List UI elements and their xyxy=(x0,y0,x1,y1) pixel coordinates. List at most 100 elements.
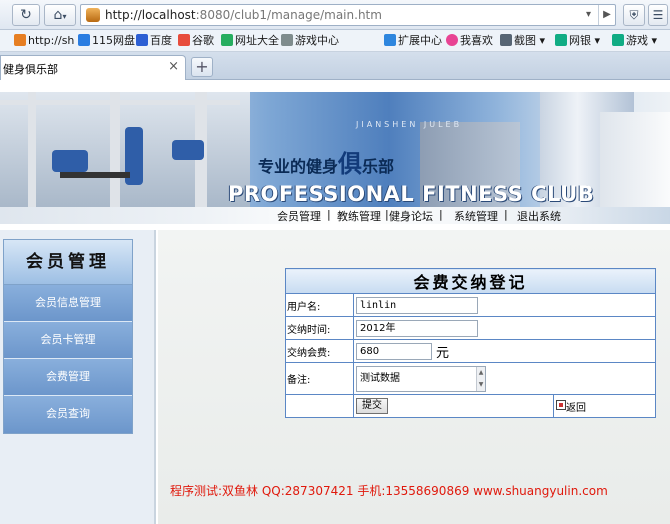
controller-icon xyxy=(612,34,624,46)
note-label: 备注: xyxy=(285,362,354,395)
bookmark-3[interactable]: 谷歌 xyxy=(178,33,214,49)
nav-fitness-forum[interactable]: 健身论坛 xyxy=(389,208,433,224)
nav-system-management[interactable]: 系统管理 xyxy=(454,208,498,224)
weibo-icon xyxy=(14,34,26,46)
sidebar-item-member-card[interactable]: 会员卡管理 xyxy=(4,322,132,359)
refresh-button[interactable]: ↻ xyxy=(12,4,40,26)
slogan-part: 俱 xyxy=(338,149,363,178)
gamepad-icon xyxy=(281,34,293,46)
bookmark-label: 游戏中心 xyxy=(295,34,339,47)
fee-amount-input[interactable]: 680 xyxy=(356,342,432,360)
sidebar-title: 会员管理 xyxy=(4,240,132,285)
username-input[interactable]: linlin xyxy=(356,296,478,314)
tab-active[interactable]: 健身俱乐部 × xyxy=(0,55,186,80)
textarea-scrollbar[interactable]: ▲ ▼ xyxy=(476,366,485,391)
close-icon[interactable]: × xyxy=(168,59,179,74)
sidebar: 会员管理 会员信息管理 会员卡管理 会费管理 会员查询 xyxy=(0,230,156,524)
bookmark-0[interactable]: http://sh xyxy=(14,33,74,49)
refresh-icon: ↻ xyxy=(20,7,32,23)
url-history-dropdown-icon[interactable]: ▾ xyxy=(580,5,597,25)
bookmark-label: 网银 xyxy=(569,34,591,47)
bookmark-label: 截图 xyxy=(514,34,536,47)
bookmark-4[interactable]: 网址大全 xyxy=(221,33,279,49)
chevron-down-icon: ▾ xyxy=(62,12,67,21)
nav-logout[interactable]: 退出系统 xyxy=(517,208,561,224)
site-icon xyxy=(86,8,100,22)
bookmark-favorites[interactable]: 我喜欢 xyxy=(446,33,493,49)
browser-toolbar: ↻ ⌂▾ http://localhost:8080/club1/manage/… xyxy=(0,0,670,30)
note-text: 测试数据 xyxy=(360,372,400,384)
bookmark-label: http://sh xyxy=(28,34,75,47)
pay-time-input[interactable]: 2012年 xyxy=(356,319,478,337)
puzzle-icon xyxy=(384,34,396,46)
bookmark-screenshot[interactable]: 截图 ▾ xyxy=(500,33,545,49)
form-title: 会费交纳登记 xyxy=(285,268,656,294)
slogan-part: 乐部 xyxy=(362,157,395,176)
bookmark-bank[interactable]: 网银 ▾ xyxy=(555,33,600,49)
bookmark-2[interactable]: 百度 xyxy=(136,33,172,49)
url-path: :8080/club1/manage/main.htm xyxy=(195,8,382,22)
scissors-icon xyxy=(500,34,512,46)
google-icon xyxy=(178,34,190,46)
address-bar[interactable]: http://localhost:8080/club1/manage/main.… xyxy=(80,4,616,26)
cloud-icon xyxy=(78,34,90,46)
shield-icon: ⛨ xyxy=(629,8,639,22)
gym-photo xyxy=(0,92,250,207)
nav-coach-management[interactable]: 教练管理 xyxy=(337,208,381,224)
url-host: http://localhost xyxy=(105,8,196,22)
username-label: 用户名: xyxy=(285,293,354,317)
banner-subtext: JIANSHEN JULEB xyxy=(356,120,463,129)
fee-amount-label: 交纳会费: xyxy=(285,339,354,363)
banner-slogan: 专业的健身俱乐部 xyxy=(258,144,394,179)
nav-separator: | xyxy=(504,208,508,221)
back-link[interactable]: 返回 xyxy=(553,394,656,418)
bookmark-label: 扩展中心 xyxy=(398,34,442,47)
tab-title: 健身俱乐部 xyxy=(3,63,58,76)
sidebar-item-fee-management[interactable]: 会费管理 xyxy=(4,359,132,396)
bookmark-extensions[interactable]: 扩展中心 xyxy=(384,33,442,49)
note-textarea[interactable]: 测试数据 ▲ ▼ xyxy=(356,365,486,392)
slogan-part: 专业的健身 xyxy=(258,157,339,176)
pay-time-label: 交纳时间: xyxy=(285,316,354,340)
bookmark-label: 网址大全 xyxy=(235,34,279,47)
menu-button[interactable]: ☰ xyxy=(648,4,668,26)
banner-english-title: PROFESSIONAL FITNESS CLUB xyxy=(228,182,595,206)
action-spacer xyxy=(285,394,354,418)
header-banner: 专业的健身俱乐部 JIANSHEN JULEB PROFESSIONAL FIT… xyxy=(0,92,670,224)
sidebar-item-member-info[interactable]: 会员信息管理 xyxy=(4,285,132,322)
top-nav-bar xyxy=(0,207,670,224)
bookmark-label: 百度 xyxy=(150,34,172,47)
bookmarks-bar: http://sh 115网盘 百度 谷歌 网址大全 游戏中心 扩展中心 我喜欢… xyxy=(0,30,670,52)
back-icon xyxy=(556,400,566,410)
sidebar-item-member-query[interactable]: 会员查询 xyxy=(4,396,132,433)
page-content: 专业的健身俱乐部 JIANSHEN JULEB PROFESSIONAL FIT… xyxy=(0,80,670,524)
new-tab-button[interactable]: + xyxy=(191,57,213,77)
bookmark-label: 谷歌 xyxy=(192,34,214,47)
sidebar-menu: 会员管理 会员信息管理 会员卡管理 会费管理 会员查询 xyxy=(3,239,133,434)
nav-separator: | xyxy=(327,208,331,221)
currency-unit: 元 xyxy=(436,345,450,361)
main-content: 会费交纳登记 用户名: linlin 交纳时间: 2012年 交纳会费: 680… xyxy=(158,230,670,524)
baidu-paw-icon xyxy=(136,34,148,46)
url-text[interactable]: http://localhost:8080/club1/manage/main.… xyxy=(105,8,382,22)
heart-icon xyxy=(446,34,458,46)
go-icon[interactable]: ▶ xyxy=(598,5,615,25)
footer-credits: 程序测试:双鱼林 QQ:287307421 手机:13558690869 www… xyxy=(170,484,608,498)
submit-button[interactable]: 提交 xyxy=(356,398,388,414)
bank-icon xyxy=(555,34,567,46)
home-button[interactable]: ⌂▾ xyxy=(44,4,76,26)
fee-registration-form: 会费交纳登记 用户名: linlin 交纳时间: 2012年 交纳会费: 680… xyxy=(285,268,656,418)
shield-button[interactable]: ⛨ xyxy=(623,4,645,26)
back-label: 返回 xyxy=(566,402,586,414)
bookmark-label: 115网盘 xyxy=(92,34,135,47)
tab-strip: 健身俱乐部 × + xyxy=(0,52,670,80)
menu-icon: ☰ xyxy=(652,8,664,22)
nav-separator: | xyxy=(439,208,443,221)
bookmark-label: 游戏 xyxy=(626,34,648,47)
nav-site-icon xyxy=(221,34,233,46)
bookmark-label: 我喜欢 xyxy=(460,34,493,47)
bookmark-5[interactable]: 游戏中心 xyxy=(281,33,339,49)
bookmark-games[interactable]: 游戏 ▾ xyxy=(612,33,657,49)
bookmark-1[interactable]: 115网盘 xyxy=(78,33,135,49)
nav-member-management[interactable]: 会员管理 xyxy=(277,208,321,224)
